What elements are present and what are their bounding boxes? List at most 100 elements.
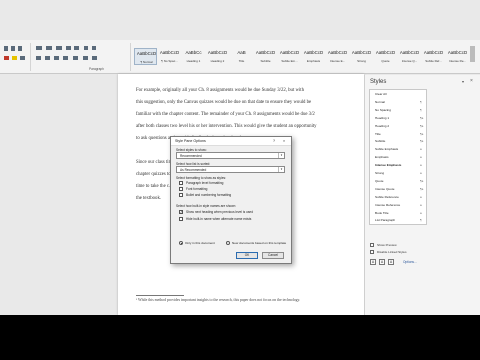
styles-list-item[interactable]: List Paragraph: [375, 218, 395, 222]
clear-format-icon[interactable]: [20, 56, 25, 60]
style-tile[interactable]: AaBbCcD Subtitle: [254, 48, 277, 65]
only-this-document-radio[interactable]: [179, 241, 183, 245]
styles-list-item[interactable]: Strong: [375, 171, 384, 175]
style-tile[interactable]: AaBbCcD Intense E...: [326, 48, 349, 65]
style-name: Intense Re...: [448, 59, 466, 63]
footnote-separator: [136, 295, 184, 296]
styles-list-item[interactable]: Subtitle: [375, 139, 385, 143]
styles-list-item[interactable]: Emphasis: [375, 155, 389, 159]
highlight-icon[interactable]: [12, 56, 17, 60]
style-type-mark: a: [420, 163, 422, 168]
show-preview-label: Show Preview: [377, 243, 397, 247]
style-tile[interactable]: AaBbCcD Quote: [374, 48, 397, 65]
group-separator: [30, 43, 31, 71]
font-color-icon[interactable]: [4, 56, 9, 60]
style-type-mark: ¶: [420, 218, 422, 223]
style-inspector-icon[interactable]: A: [379, 259, 385, 265]
align-right-icon[interactable]: [54, 56, 59, 60]
styles-list-item[interactable]: Heading 2: [375, 124, 389, 128]
style-tile[interactable]: AaB Title: [230, 48, 253, 65]
pane-options-icon[interactable]: ▾: [462, 79, 464, 84]
builtin-checkbox[interactable]: [179, 217, 183, 221]
styles-list-item[interactable]: Intense Reference: [375, 203, 400, 207]
style-sample: AaBbCcD: [351, 50, 372, 55]
document-line: For example, originally all your Ch. 8 a…: [136, 88, 305, 93]
styles-list-item[interactable]: Heading 1: [375, 116, 389, 120]
style-sample: AaBbCc: [185, 50, 202, 55]
formatting-checkbox[interactable]: [179, 193, 183, 197]
sort-icon[interactable]: [84, 46, 88, 50]
style-tile[interactable]: AaBbCcD Strong: [350, 48, 373, 65]
show-preview-checkbox[interactable]: [370, 243, 374, 247]
style-type-mark: ¶a: [420, 131, 424, 136]
new-documents-radio[interactable]: [226, 241, 230, 245]
close-icon[interactable]: ×: [280, 138, 288, 143]
numbering-icon[interactable]: [46, 46, 52, 50]
styles-list-item[interactable]: No Spacing: [375, 108, 391, 112]
style-name: Heading 2: [210, 59, 225, 63]
dialog-title: Style Pane Options: [175, 139, 206, 143]
formatting-checkbox[interactable]: [179, 187, 183, 191]
styles-list-item[interactable]: Subtle Reference: [375, 195, 399, 199]
style-tile[interactable]: AaBbCcD Subtle Em...: [278, 48, 301, 65]
multilevel-list-icon[interactable]: [56, 46, 62, 50]
style-sample: AaBbCcD: [399, 50, 420, 55]
style-tile[interactable]: AaBbCcD Heading 2: [206, 48, 229, 65]
help-button[interactable]: ?: [270, 138, 278, 143]
manage-styles-icon[interactable]: A: [388, 259, 394, 265]
styles-list-item[interactable]: Title: [375, 132, 381, 136]
styles-list-item[interactable]: Quote: [375, 179, 383, 183]
line-spacing-icon[interactable]: [73, 56, 78, 60]
close-icon[interactable]: ×: [470, 78, 473, 84]
select-styles-value: Recommended: [180, 154, 202, 158]
gallery-scroll-icon[interactable]: [470, 46, 475, 62]
options-link[interactable]: Options...: [403, 260, 417, 264]
style-type-mark: ¶a: [420, 115, 424, 120]
style-tile[interactable]: AaBbCcD Intense Re...: [446, 48, 469, 65]
shading-icon[interactable]: [83, 56, 88, 60]
builtin-option-label: Hide built-in name when alternate name e…: [186, 217, 252, 221]
style-tile[interactable]: AaBbCcD Intense Q...: [398, 48, 421, 65]
styles-list-item[interactable]: Intense Quote: [375, 187, 394, 191]
style-type-mark: ¶a: [420, 178, 424, 183]
show-marks-icon[interactable]: [92, 46, 96, 50]
increase-indent-icon[interactable]: [74, 46, 79, 50]
bold-icon[interactable]: [4, 46, 8, 51]
builtin-checkbox[interactable]: ✓: [179, 210, 183, 214]
new-style-icon[interactable]: A: [370, 259, 376, 265]
align-center-icon[interactable]: [45, 56, 50, 60]
styles-list-item[interactable]: Clear All: [375, 92, 387, 96]
style-tile[interactable]: AaBbCc Heading 1: [182, 48, 205, 65]
italic-icon[interactable]: [11, 46, 15, 51]
ribbon: Paragraph AaBbCcD ¶ Normal AaBbCcD ¶ No Spa…: [0, 40, 480, 74]
styles-list-item[interactable]: Subtle Emphasis: [375, 147, 398, 151]
formatting-checkbox[interactable]: [179, 181, 183, 185]
dialog-titlebar[interactable]: Style Pane Options ? ×: [171, 137, 291, 146]
screen: Paragraph AaBbCcD ¶ Normal AaBbCcD ¶ No Spa…: [0, 0, 480, 360]
underline-icon[interactable]: [18, 46, 22, 51]
builtin-names-label: Select how built-in style names are show…: [176, 204, 236, 208]
bullets-icon[interactable]: [36, 46, 42, 50]
style-name: Quote: [381, 59, 390, 63]
ok-button[interactable]: OK: [236, 252, 258, 259]
styles-list-item[interactable]: Intense Emphasis: [375, 163, 401, 167]
select-styles-dropdown[interactable]: Recommended ▾: [176, 152, 285, 159]
cancel-button[interactable]: Cancel: [262, 252, 284, 259]
disable-linked-checkbox[interactable]: [370, 250, 374, 254]
borders-icon[interactable]: [92, 56, 97, 60]
styles-list-item[interactable]: Book Title: [375, 211, 389, 215]
style-tile[interactable]: AaBbCcD Subtle Ref...: [422, 48, 445, 65]
style-tile[interactable]: AaBbCcD ¶ No Spac...: [158, 48, 181, 65]
style-name: Heading 1: [186, 59, 201, 63]
style-type-mark: a: [420, 202, 422, 207]
style-tile[interactable]: AaBbCcD ¶ Normal: [134, 48, 157, 65]
styles-list-item[interactable]: Normal: [375, 100, 385, 104]
sort-dropdown[interactable]: As Recommended ▾: [176, 166, 285, 173]
chevron-down-icon: ▾: [278, 167, 284, 172]
style-tile[interactable]: AaBbCcD Emphasis: [302, 48, 325, 65]
align-left-icon[interactable]: [36, 56, 41, 60]
document-line: the textbook.: [136, 196, 162, 201]
style-type-mark: a: [420, 155, 422, 160]
justify-icon[interactable]: [63, 56, 68, 60]
decrease-indent-icon[interactable]: [66, 46, 71, 50]
